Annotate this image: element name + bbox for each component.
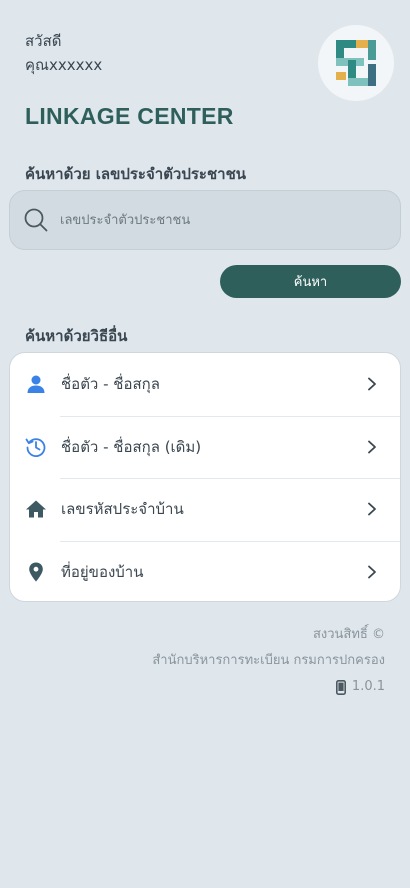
menu-item-label: ที่อยู่ของบ้าน	[61, 562, 144, 581]
copyright-text: สงวนสิทธิ์ ©	[312, 627, 385, 642]
search-section-title: ค้นหาด้วย เลขประจำตัวประชาชน	[25, 165, 247, 183]
menu-item-label: เลขรหัสประจำบ้าน	[61, 500, 184, 519]
chevron-right-icon	[366, 502, 378, 516]
chevron-right-icon	[366, 377, 378, 391]
app-logo	[318, 25, 394, 101]
location-pin-icon	[25, 561, 47, 583]
phone-icon	[335, 679, 346, 695]
person-icon	[25, 373, 47, 395]
menu-item-label: ชื่อตัว - ชื่อสกุล (เดิม)	[61, 437, 202, 456]
menu-item-house-address[interactable]: ที่อยู่ของบ้าน	[10, 540, 400, 602]
menu-item-label: ชื่อตัว - ชื่อสกุล	[61, 375, 160, 394]
version-info: 1.0.1	[335, 674, 385, 700]
history-icon	[25, 436, 47, 458]
other-methods-list: ชื่อตัว - ชื่อสกุล ชื่อตัว - ชื่อสกุล (เ…	[9, 352, 401, 602]
footer: สงวนสิทธิ์ © สำนักบริหารการทะเบียน กรมกา…	[152, 622, 385, 705]
search-icon	[24, 208, 48, 232]
app-screen: สวัสดี คุณxxxxxx LINKAGE CENTER ค้นหาด้ว…	[0, 0, 410, 888]
user-name: คุณxxxxxx	[25, 56, 103, 74]
search-box[interactable]	[9, 190, 401, 250]
menu-item-name[interactable]: ชื่อตัว - ชื่อสกุล	[10, 353, 400, 416]
app-title: LINKAGE CENTER	[25, 103, 234, 129]
national-id-input[interactable]	[58, 211, 362, 229]
other-methods-title: ค้นหาด้วยวิธีอื่น	[25, 327, 128, 345]
linkage-logo-icon	[336, 40, 376, 86]
chevron-right-icon	[366, 440, 378, 454]
chevron-right-icon	[366, 565, 378, 579]
search-button[interactable]: ค้นหา	[220, 265, 401, 298]
greeting-line: สวัสดี	[25, 32, 62, 50]
greeting: สวัสดี คุณxxxxxx	[25, 29, 102, 77]
home-icon	[25, 498, 47, 520]
menu-item-house-id[interactable]: เลขรหัสประจำบ้าน	[10, 478, 400, 541]
org-name: สำนักบริหารการทะเบียน กรมการปกครอง	[152, 653, 385, 668]
menu-item-former-name[interactable]: ชื่อตัว - ชื่อสกุล (เดิม)	[10, 415, 400, 479]
version-number: 1.0.1	[351, 679, 385, 694]
